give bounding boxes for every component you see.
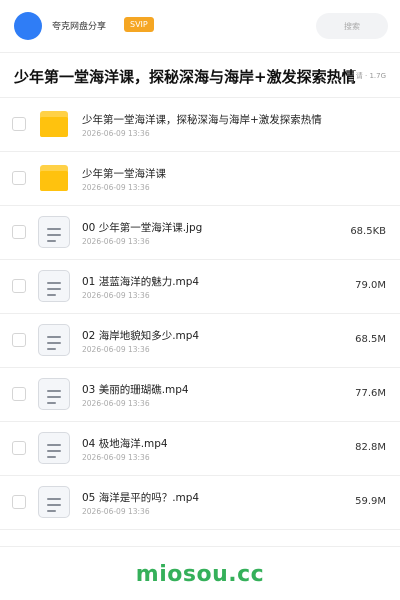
- share-title-bar: 少年第一堂海洋课，探秘深海与海岸+激发探索热情 请 · 1.7G: [0, 52, 400, 98]
- file-date: 2026-06-09 13:36: [82, 345, 150, 354]
- row-checkbox[interactable]: [12, 387, 26, 401]
- folder-icon: [38, 108, 70, 140]
- file-date: 2026-06-09 13:36: [82, 453, 150, 462]
- file-icon: [38, 378, 70, 410]
- page-title: 少年第一堂海洋课，探秘深海与海岸+激发探索热情: [14, 68, 357, 86]
- file-date: 2026-06-09 13:36: [82, 129, 150, 138]
- row-checkbox[interactable]: [12, 171, 26, 185]
- file-size: 77.6M: [355, 388, 386, 399]
- file-size: 79.0M: [355, 280, 386, 291]
- top-bar: 夸克网盘分享 SVIP: [0, 0, 400, 52]
- file-name[interactable]: 04 极地海洋.mp4: [82, 436, 342, 451]
- file-size: 68.5KB: [350, 226, 386, 237]
- file-name[interactable]: 少年第一堂海洋课，探秘深海与海岸+激发探索热情: [82, 112, 342, 127]
- file-size: 59.9M: [355, 496, 386, 507]
- file-list: 少年第一堂海洋课，探秘深海与海岸+激发探索热情 2026-06-09 13:36 少…: [0, 98, 400, 530]
- file-name[interactable]: 02 海岸地貌知多少.mp4: [82, 328, 342, 343]
- row-checkbox[interactable]: [12, 117, 26, 131]
- file-date: 2026-06-09 13:36: [82, 399, 150, 408]
- file-row[interactable]: 00 少年第一堂海洋课.jpg 2026-06-09 13:36 68.5KB: [0, 206, 400, 260]
- footer: miosou.cc: [0, 546, 400, 600]
- file-size: 68.5M: [355, 334, 386, 345]
- file-date: 2026-06-09 13:36: [82, 507, 150, 516]
- file-name[interactable]: 05 海洋是平的吗？.mp4: [82, 490, 342, 505]
- file-date: 2026-06-09 13:36: [82, 183, 150, 192]
- search-input[interactable]: [316, 13, 388, 39]
- file-row[interactable]: 05 海洋是平的吗？.mp4 2026-06-09 13:36 59.9M: [0, 476, 400, 530]
- file-row[interactable]: 01 湛蓝海洋的魅力.mp4 2026-06-09 13:36 79.0M: [0, 260, 400, 314]
- row-checkbox[interactable]: [12, 441, 26, 455]
- row-checkbox[interactable]: [12, 225, 26, 239]
- file-name[interactable]: 03 美丽的珊瑚礁.mp4: [82, 382, 342, 397]
- file-date: 2026-06-09 13:36: [82, 291, 150, 300]
- file-icon: [38, 216, 70, 248]
- file-icon: [38, 324, 70, 356]
- file-size: 82.8M: [355, 442, 386, 453]
- file-row[interactable]: 04 极地海洋.mp4 2026-06-09 13:36 82.8M: [0, 422, 400, 476]
- file-row[interactable]: 03 美丽的珊瑚礁.mp4 2026-06-09 13:36 77.6M: [0, 368, 400, 422]
- brand-name: 夸克网盘分享: [52, 22, 107, 32]
- svip-badge[interactable]: SVIP: [124, 17, 154, 32]
- row-checkbox[interactable]: [12, 333, 26, 347]
- file-icon: [38, 270, 70, 302]
- file-name[interactable]: 00 少年第一堂海洋课.jpg: [82, 220, 342, 235]
- share-meta: 请 · 1.7G: [353, 71, 386, 81]
- file-date: 2026-06-09 13:36: [82, 237, 150, 246]
- folder-icon: [38, 162, 70, 194]
- file-row[interactable]: 少年第一堂海洋课 2026-06-09 13:36: [0, 152, 400, 206]
- file-name[interactable]: 01 湛蓝海洋的魅力.mp4: [82, 274, 342, 289]
- row-checkbox[interactable]: [12, 279, 26, 293]
- row-checkbox[interactable]: [12, 495, 26, 509]
- file-row[interactable]: 少年第一堂海洋课，探秘深海与海岸+激发探索热情 2026-06-09 13:36: [0, 98, 400, 152]
- file-icon: [38, 486, 70, 518]
- watermark-logo: miosou.cc: [135, 562, 265, 587]
- file-name[interactable]: 少年第一堂海洋课: [82, 166, 342, 181]
- file-row[interactable]: 02 海岸地貌知多少.mp4 2026-06-09 13:36 68.5M: [0, 314, 400, 368]
- avatar[interactable]: [14, 12, 42, 40]
- file-icon: [38, 432, 70, 464]
